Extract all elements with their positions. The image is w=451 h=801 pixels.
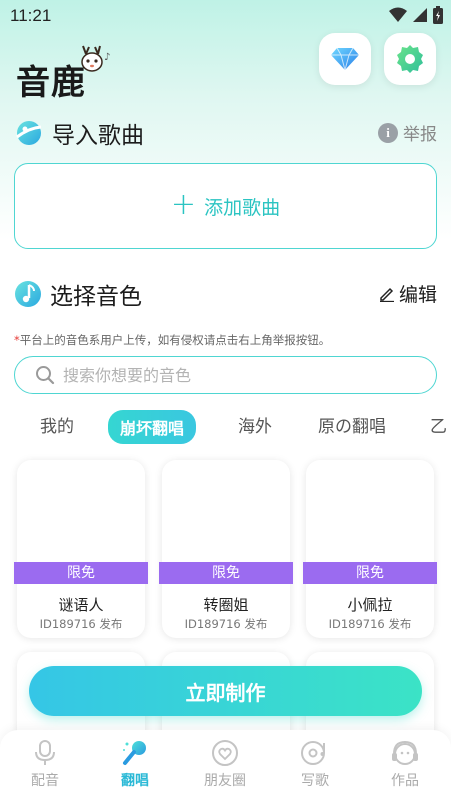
voice-search[interactable]: [14, 356, 437, 394]
report-button[interactable]: i 举报: [378, 120, 437, 145]
diamond-icon: [331, 47, 359, 71]
vip-button[interactable]: [319, 33, 371, 85]
nav-label: 作品: [391, 773, 419, 789]
wifi-icon: [389, 7, 407, 22]
nav-item-friends[interactable]: 朋友圈: [190, 738, 260, 790]
music-note-icon: [15, 281, 41, 307]
nav-item-write-song[interactable]: 写歌: [280, 738, 350, 790]
voice-card[interactable]: 限免 谜语人 ID189716 发布: [14, 460, 148, 638]
settings-button[interactable]: [384, 33, 436, 85]
voice-title-label: 选择音色: [50, 284, 142, 310]
status-icons: [389, 6, 443, 24]
tab-overseas[interactable]: 海外: [238, 412, 272, 437]
signal-icon: [413, 8, 427, 22]
search-icon: [36, 366, 55, 385]
record-icon: [301, 741, 325, 765]
edit-button[interactable]: 编辑: [379, 280, 437, 307]
nav-item-works[interactable]: 作品: [370, 738, 440, 790]
sing-icon: [123, 741, 146, 765]
voice-name: 谜语人: [58, 596, 104, 614]
nav-label: 写歌: [301, 773, 329, 789]
deer-mascot-icon: ♪: [81, 45, 110, 72]
voice-publisher: ID189716 发布: [328, 617, 412, 631]
add-song-label: 添加歌曲: [204, 196, 281, 219]
import-title-label: 导入歌曲: [52, 123, 144, 149]
svg-text:♪: ♪: [104, 52, 110, 63]
battery-icon: [433, 6, 443, 24]
tab-genshin-cover[interactable]: 原の翻唱: [318, 412, 386, 437]
upload-notice: *平台上的音色系用户上传，如有侵权请点击右上角举报按钮。: [14, 332, 330, 348]
friends-icon: [212, 740, 238, 766]
voice-card[interactable]: 限免 小佩拉 ID189716 发布: [303, 460, 437, 638]
gear-icon: [397, 45, 423, 73]
voice-publisher: ID189716 发布: [184, 617, 268, 631]
import-section-title: 导入歌曲: [14, 116, 144, 150]
free-tag: 限免: [159, 562, 293, 584]
status-time: 11:21: [10, 6, 52, 25]
report-label: 举报: [403, 125, 437, 145]
status-bar: 11:21: [0, 0, 451, 32]
works-icon: [392, 740, 418, 765]
voice-name: 转圈姐: [203, 596, 249, 614]
planet-icon: [16, 121, 42, 145]
nav-label: 配音: [31, 773, 59, 789]
bottom-nav: 配音 翻唱 朋友圈 写歌 作品: [0, 730, 451, 801]
app-logo: 音鹿 ♪: [16, 44, 118, 104]
voice-section-title: 选择音色: [14, 277, 142, 311]
free-tag: 限免: [14, 562, 148, 584]
make-now-button[interactable]: 立即制作: [29, 666, 422, 716]
info-icon: i: [378, 122, 398, 143]
search-input[interactable]: [63, 365, 403, 385]
add-song-button[interactable]: + 添加歌曲: [14, 163, 437, 249]
nav-label: 朋友圈: [204, 773, 246, 789]
voice-name: 小佩拉: [347, 596, 393, 614]
notice-text: 平台上的音色系用户上传，如有侵权请点击右上角举报按钮。: [19, 333, 331, 347]
voice-publisher: ID189716 发布: [39, 617, 123, 631]
tab-honkai-cover[interactable]: 崩坏翻唱: [108, 410, 197, 444]
edit-label: 编辑: [398, 284, 437, 306]
pencil-icon: [379, 287, 394, 302]
voice-category-tabs: 我的 崩坏翻唱 海外 原の翻唱 乙: [0, 408, 451, 448]
nav-item-dubbing[interactable]: 配音: [10, 738, 80, 790]
free-tag: 限免: [303, 562, 437, 584]
tab-mine[interactable]: 我的: [40, 412, 74, 437]
nav-label: 翻唱: [121, 773, 149, 789]
tab-more[interactable]: 乙: [430, 412, 447, 437]
plus-icon: +: [170, 187, 197, 222]
microphone-icon: [35, 740, 55, 765]
nav-item-cover[interactable]: 翻唱: [100, 738, 170, 790]
voice-card[interactable]: 限免 转圈姐 ID189716 发布: [159, 460, 293, 638]
